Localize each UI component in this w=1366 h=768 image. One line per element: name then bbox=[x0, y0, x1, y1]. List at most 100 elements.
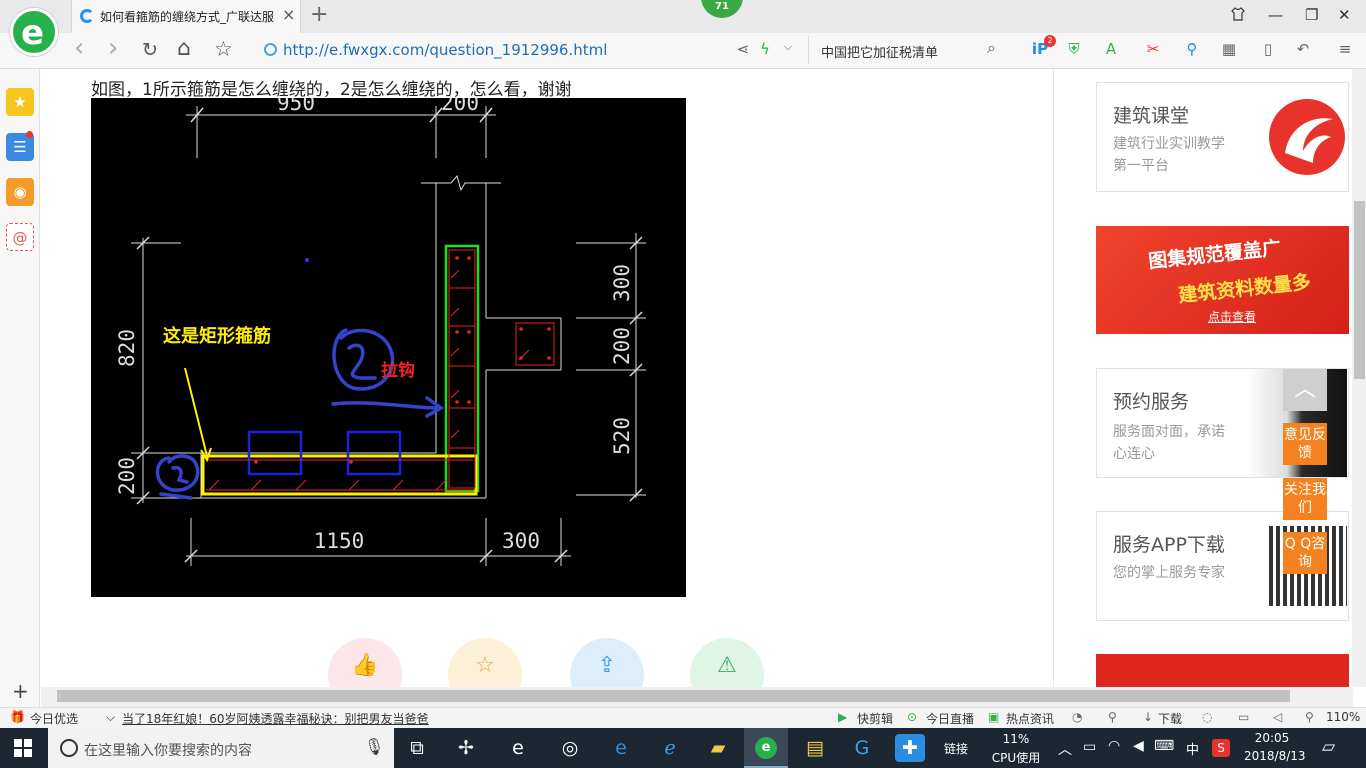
back-to-top-button[interactable]: ︿ bbox=[1283, 369, 1327, 411]
video-edit-icon: ▶ bbox=[838, 710, 848, 724]
task-view-icon[interactable]: ⧉ bbox=[402, 734, 432, 762]
reader-mode-icon[interactable]: ▯ bbox=[1258, 40, 1278, 60]
favorite-star-button[interactable]: ☆ bbox=[214, 37, 233, 61]
new-tab-button[interactable]: + bbox=[310, 2, 328, 27]
add-sidebar-button[interactable]: + bbox=[12, 679, 29, 703]
share-icon[interactable]: ⋖ bbox=[733, 40, 753, 60]
live-link[interactable]: 今日直播 bbox=[926, 710, 974, 727]
hook-label: 拉钩 bbox=[381, 360, 415, 381]
gift-icon: 🎁 bbox=[10, 710, 25, 724]
speed-icon[interactable]: ◔ bbox=[1072, 710, 1082, 724]
quick-edit-link[interactable]: 快剪辑 bbox=[857, 710, 893, 727]
ime-indicator[interactable]: 中 bbox=[1186, 739, 1199, 758]
microphone-icon[interactable]: 🎙 bbox=[364, 737, 384, 756]
column-divider bbox=[1053, 69, 1054, 687]
notepad-icon[interactable]: ▤ bbox=[800, 734, 830, 762]
clock-time[interactable]: 20:05 bbox=[1244, 731, 1300, 745]
battery-icon[interactable]: ▭ bbox=[1083, 739, 1096, 755]
forward-button[interactable]: › bbox=[108, 33, 118, 63]
home-button[interactable]: ⌂ bbox=[177, 36, 191, 61]
download-link[interactable]: 下载 bbox=[1158, 710, 1182, 727]
minimize-button[interactable]: — bbox=[1268, 6, 1283, 24]
windows-start-icon[interactable] bbox=[14, 739, 32, 761]
g-app-icon[interactable]: G bbox=[847, 734, 877, 762]
email-icon[interactable]: @ bbox=[6, 223, 34, 251]
notification-badge[interactable]: 71 bbox=[701, 0, 743, 18]
find-icon[interactable]: ⚲ bbox=[1182, 40, 1202, 60]
apps-grid-icon[interactable]: ▦ bbox=[1219, 40, 1239, 60]
fan-app-icon[interactable]: ✢ bbox=[451, 734, 481, 762]
banner-bottom[interactable] bbox=[1096, 654, 1349, 687]
tab-close-icon[interactable]: × bbox=[282, 5, 295, 24]
vertical-scrollbar[interactable] bbox=[1352, 69, 1366, 687]
sogou-ime-icon[interactable]: S bbox=[1212, 739, 1230, 757]
collect-button[interactable]: ☆ bbox=[448, 638, 522, 687]
active-browser-task[interactable]: e bbox=[744, 728, 788, 768]
internet-explorer-icon[interactable]: ℯ bbox=[655, 734, 685, 762]
volume-icon[interactable]: ◀ bbox=[1133, 738, 1144, 754]
notify-app-icon[interactable]: ◎ bbox=[555, 734, 585, 762]
screenshot-scissors-icon[interactable]: ✂ bbox=[1143, 40, 1163, 60]
question-text: 如图，1所示箍筋是怎么缠绕的，2是怎么缠绕的，怎么看，谢谢 bbox=[91, 80, 572, 100]
url-text: http://e.fwxgx.com/question_1912996.html bbox=[283, 41, 608, 59]
keyboard-icon[interactable]: ⌨ bbox=[1154, 738, 1174, 754]
menu-icon[interactable]: ≡ bbox=[1335, 40, 1355, 60]
search-box[interactable]: 中国把它加征税清单 ⌕ bbox=[808, 36, 1008, 64]
window-icon[interactable]: ▭ bbox=[1238, 710, 1249, 724]
window-close-button[interactable]: ✕ bbox=[1338, 6, 1351, 24]
banner-specs[interactable]: 图集规范覆盖广 建筑资料数量多 点击查看 bbox=[1096, 226, 1349, 334]
search-icon[interactable]: ⌕ bbox=[987, 38, 996, 58]
address-bar[interactable]: http://e.fwxgx.com/question_1912996.html bbox=[264, 41, 607, 59]
wifi-icon[interactable]: ◠ bbox=[1108, 738, 1120, 754]
restore-button[interactable]: ❐ bbox=[1305, 6, 1318, 24]
feedback-button[interactable]: 意见反馈 bbox=[1283, 423, 1327, 465]
zoom-level[interactable]: 110% bbox=[1326, 710, 1360, 724]
reload-button[interactable]: ↻ bbox=[142, 39, 158, 61]
tray-expand-icon[interactable]: ︿ bbox=[1058, 739, 1072, 759]
back-button[interactable]: ‹ bbox=[74, 33, 84, 63]
action-center-icon[interactable]: ▱ bbox=[1322, 737, 1335, 757]
browser-tab[interactable]: 如何看箍筋的缠绕方式_广联达服 × bbox=[71, 0, 301, 33]
card-building-course[interactable]: 建筑课堂 建筑行业实训教学第一平台 bbox=[1096, 82, 1349, 192]
dim-right-520: 520 bbox=[610, 417, 634, 455]
report-button[interactable]: ⚠ bbox=[690, 638, 764, 687]
vertical-scroll-thumb[interactable] bbox=[1354, 201, 1365, 379]
ie-e-icon[interactable]: e bbox=[503, 734, 533, 762]
share-button[interactable]: ⇪ bbox=[570, 638, 644, 687]
status-bar: 🎁 今日优选 ⌵ 当了18年红娘！60岁阿姨透露幸福秘诀：别把男友当爸爸 ▶ 快… bbox=[0, 707, 1366, 728]
weibo-icon[interactable]: ◉ bbox=[6, 178, 34, 206]
star-icon: ☆ bbox=[475, 653, 495, 678]
live-icon: ⊙ bbox=[907, 710, 918, 724]
translate-icon[interactable]: A bbox=[1101, 40, 1121, 60]
card-desc: 建筑行业实训教学第一平台 bbox=[1113, 136, 1225, 174]
dim-right-200: 200 bbox=[610, 327, 634, 365]
file-explorer-icon[interactable]: ▰ bbox=[703, 734, 733, 762]
zoom-icon[interactable]: ⚲ bbox=[1305, 710, 1314, 724]
browser-mini-icon[interactable]: ◌ bbox=[1202, 710, 1212, 724]
taskbar-link-label[interactable]: 链接 bbox=[944, 740, 968, 757]
cross-app-icon[interactable]: ✚ bbox=[895, 734, 925, 762]
hot-news-link[interactable]: 热点资讯 bbox=[1006, 710, 1054, 727]
mute-icon[interactable]: ◁ bbox=[1273, 710, 1282, 724]
edge-icon[interactable]: e bbox=[606, 734, 636, 762]
skin-shirt-icon[interactable] bbox=[1230, 6, 1246, 26]
warning-icon: ⚠ bbox=[717, 653, 737, 678]
today-picks-link[interactable]: 今日优选 bbox=[30, 710, 78, 727]
follow-us-button[interactable]: 关注我们 bbox=[1283, 478, 1327, 520]
clock-date[interactable]: 2018/8/13 bbox=[1244, 749, 1306, 763]
qq-consult-button[interactable]: Q Q咨询 bbox=[1283, 532, 1327, 574]
news-ticker-link[interactable]: 当了18年红娘！60岁阿姨透露幸福秘诀：别把男友当爸爸 bbox=[122, 710, 429, 727]
security-shield-icon[interactable]: ⛨ bbox=[1064, 40, 1084, 60]
horizontal-scrollbar[interactable] bbox=[41, 687, 1353, 707]
pin-icon[interactable]: ⚲ bbox=[1108, 710, 1117, 724]
horizontal-scroll-thumb[interactable] bbox=[57, 690, 1290, 702]
favorites-star-icon[interactable]: ★ bbox=[6, 88, 34, 116]
speed-mode-icon[interactable]: ϟ bbox=[755, 40, 775, 60]
taskbar-search-box[interactable]: 在这里输入你要搜索的内容 🎙 bbox=[48, 728, 394, 768]
undo-close-icon[interactable]: ↶ bbox=[1293, 40, 1313, 60]
like-button[interactable]: 👍 bbox=[328, 638, 402, 687]
rect-stirrup-label: 这是矩形箍筋 bbox=[163, 325, 271, 347]
banner-cta[interactable]: 点击查看 bbox=[1208, 308, 1256, 325]
chevron-down-icon[interactable]: ⌵ bbox=[778, 40, 798, 60]
browser-logo-icon[interactable]: e bbox=[10, 8, 58, 56]
